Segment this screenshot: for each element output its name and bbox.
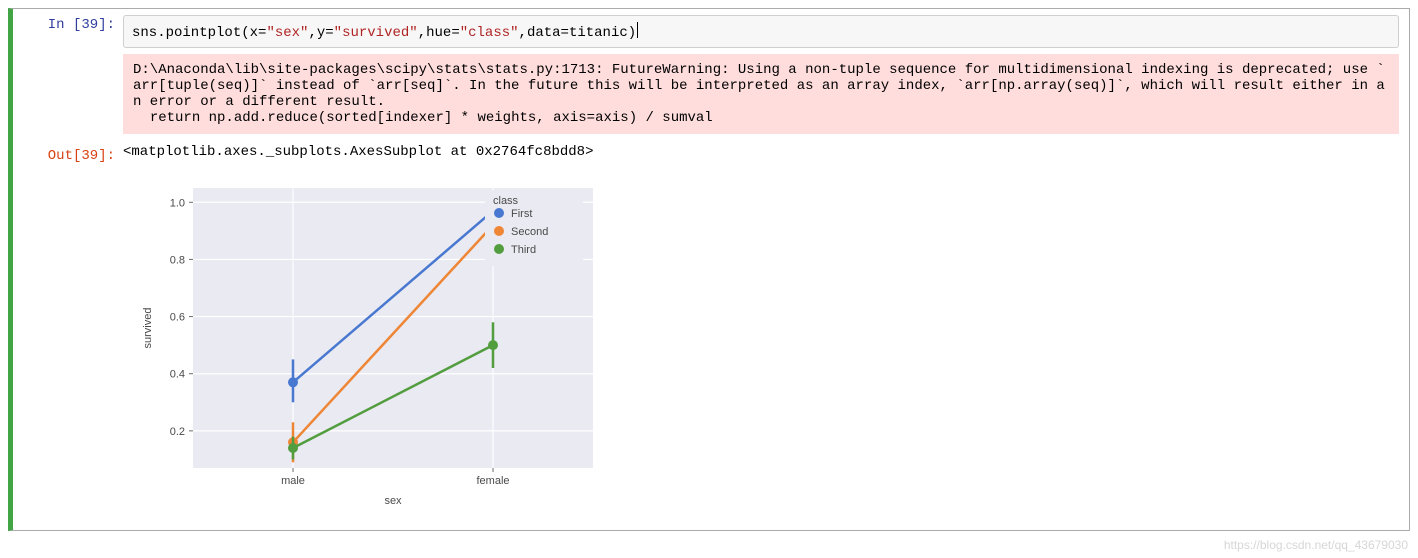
- data-point: [488, 340, 498, 350]
- pointplot-chart: 0.2 0.4 0.6 0.8 1.0 male female sex survived clas…: [123, 170, 613, 520]
- input-prompt: In [39]:: [13, 9, 123, 33]
- output-prompt: Out[39]:: [13, 140, 123, 164]
- arg-data-key: data: [527, 25, 561, 41]
- y-tick-label: 0.6: [170, 312, 185, 324]
- y-tick-label: 0.4: [170, 369, 185, 381]
- code-func: sns.pointplot: [132, 25, 241, 41]
- text-cursor: [637, 22, 638, 38]
- y-axis-label: survived: [142, 308, 154, 349]
- y-tick-label: 1.0: [170, 197, 185, 209]
- arg-x-key: x: [250, 25, 258, 41]
- legend-label: Third: [511, 244, 536, 256]
- arg-x-val: "sex": [266, 25, 308, 41]
- legend-marker: [494, 244, 504, 254]
- arg-hue-key: hue: [426, 25, 451, 41]
- watermark: https://blog.csdn.net/qq_43679030: [1224, 538, 1408, 552]
- data-point: [288, 377, 298, 387]
- x-tick-label: female: [476, 475, 509, 487]
- arg-hue-val: "class": [460, 25, 519, 41]
- output-repr: <matplotlib.axes._subplots.AxesSubplot a…: [123, 144, 1399, 160]
- y-tick-label: 0.8: [170, 254, 185, 266]
- arg-data-val: titanic: [569, 25, 628, 41]
- x-axis-label: sex: [384, 495, 402, 507]
- notebook-cell: In [39]: sns.pointplot(x="sex",y="surviv…: [8, 8, 1410, 531]
- data-point: [288, 443, 298, 453]
- x-tick-label: male: [281, 475, 305, 487]
- input-row: In [39]: sns.pointplot(x="sex",y="surviv…: [13, 9, 1409, 54]
- legend-label: Second: [511, 226, 548, 238]
- empty-prompt: [13, 54, 123, 62]
- stderr-row: D:\Anaconda\lib\site-packages\scipy\stat…: [13, 54, 1409, 140]
- legend-title: class: [493, 195, 519, 207]
- arg-y-val: "survived": [334, 25, 418, 41]
- chart-output: 0.2 0.4 0.6 0.8 1.0 male female sex survived clas…: [123, 170, 1399, 520]
- output-row: Out[39]: <matplotlib.axes._subplots.Axes…: [13, 140, 1409, 164]
- legend-label: First: [511, 208, 532, 220]
- arg-y-key: y: [317, 25, 325, 41]
- warning-output: D:\Anaconda\lib\site-packages\scipy\stat…: [123, 54, 1399, 134]
- code-input[interactable]: sns.pointplot(x="sex",y="survived",hue="…: [123, 15, 1399, 48]
- y-tick-label: 0.2: [170, 426, 185, 438]
- legend-marker: [494, 226, 504, 236]
- legend-marker: [494, 208, 504, 218]
